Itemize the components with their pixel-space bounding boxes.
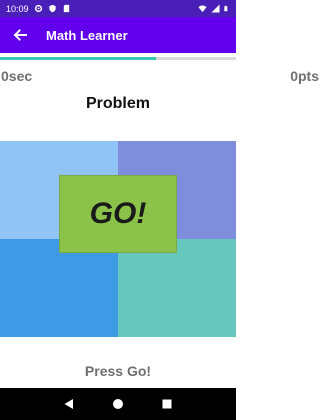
signal-icon [211,4,220,13]
go-button[interactable]: GO! [59,175,177,253]
answer-cell-bottom-right[interactable] [118,239,236,337]
home-circle-icon [112,399,123,409]
app-bar: Math Learner [0,17,236,53]
status-left: 10:09 [6,4,71,14]
problem-title: Problem [85,95,150,112]
timer-progress-bar [0,57,236,60]
nav-recents-button[interactable] [159,396,175,412]
system-nav-bar [0,388,236,420]
timer-label: 0sec [1,68,33,84]
timer-progress-fill [0,57,156,60]
shield-icon [48,4,56,13]
nav-home-button[interactable] [110,396,126,412]
nav-back-button[interactable] [61,396,77,412]
gear-icon [34,4,42,13]
status-time: 10:09 [6,3,29,14]
answer-cell-bottom-left[interactable] [0,239,118,337]
wifi-icon [198,5,207,13]
battery-icon [224,5,228,12]
app-title: Math Learner [46,27,128,43]
arrow-back-icon [13,29,27,41]
recents-square-icon [162,399,172,409]
points-label: 0pts [290,68,319,84]
back-button[interactable] [2,17,38,53]
back-triangle-icon [64,399,73,409]
status-right [198,4,230,13]
press-go-hint: Press Go! [84,363,152,379]
status-bar: 10:09 [0,0,236,17]
sd-card-icon [63,4,69,13]
